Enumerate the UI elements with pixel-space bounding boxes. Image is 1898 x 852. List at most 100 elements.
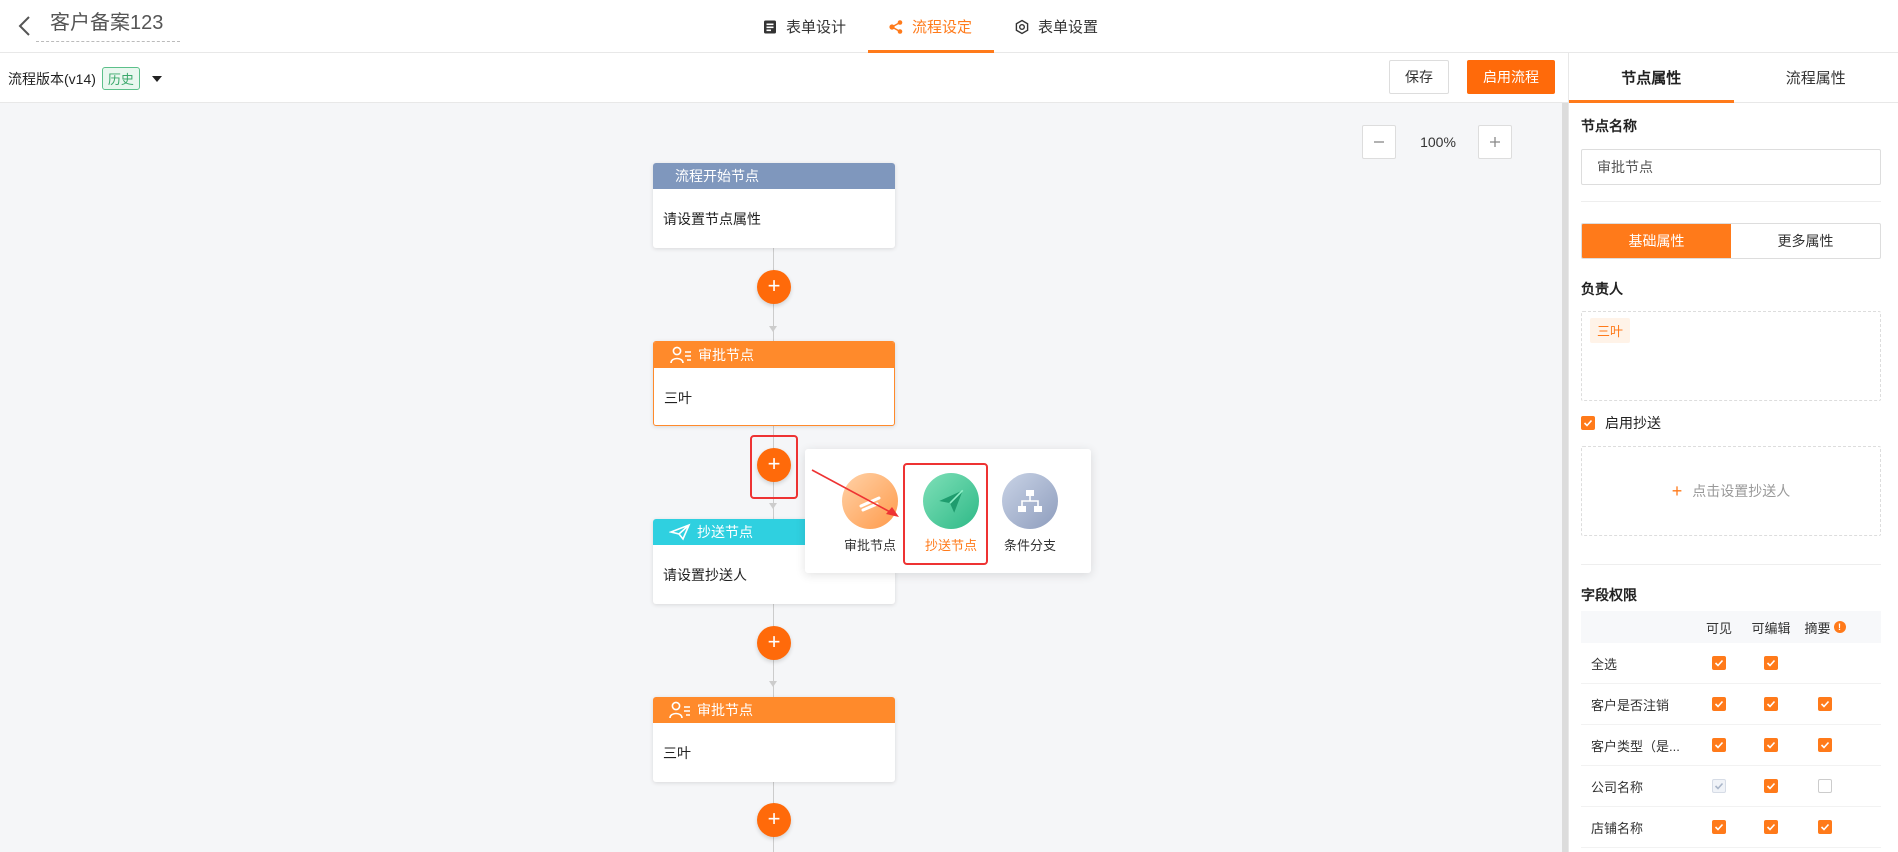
settings-icon	[1015, 19, 1029, 34]
table-row: 客户是否注销	[1581, 684, 1881, 725]
column-header-visible: 可见	[1705, 620, 1732, 636]
permission-cell	[1693, 656, 1745, 670]
tab-label: 流程设定	[912, 19, 973, 36]
owner-box[interactable]: 三叶	[1581, 311, 1881, 401]
node-title: 审批节点	[698, 347, 754, 363]
permission-cell	[1693, 820, 1745, 834]
add-node-button[interactable]: +	[757, 626, 791, 660]
tab-flow-settings[interactable]: 流程设定	[868, 0, 995, 53]
summary-checkbox[interactable]	[1818, 820, 1832, 834]
visible-checkbox[interactable]	[1712, 738, 1726, 752]
cc-add-label: 点击设置抄送人	[1692, 483, 1791, 499]
checkbox-checked[interactable]	[1581, 416, 1595, 430]
visible-checkbox[interactable]	[1712, 779, 1726, 793]
editable-checkbox[interactable]	[1764, 738, 1778, 752]
tab-node-properties[interactable]: 节点属性	[1569, 53, 1734, 103]
node-header: 审批节点	[653, 697, 895, 723]
top-bar: 客户备案123 表单设计 流程设定 表单设置	[0, 0, 1898, 53]
summary-header-label: 摘要	[1804, 620, 1831, 636]
version-label: 流程版本(v14)	[8, 70, 96, 87]
node-name-label: 节点名称	[1581, 118, 1637, 134]
summary-checkbox[interactable]	[1818, 779, 1832, 793]
plus-icon: +	[1671, 480, 1683, 501]
table-header: 可见 可编辑 摘要 !	[1581, 611, 1881, 643]
summary-checkbox[interactable]	[1818, 738, 1832, 752]
visible-checkbox[interactable]	[1712, 656, 1726, 670]
owner-tag[interactable]: 三叶	[1590, 318, 1631, 343]
start-flow-button[interactable]: 启用流程	[1467, 60, 1555, 94]
plus-icon	[1490, 137, 1500, 147]
visible-checkbox[interactable]	[1712, 697, 1726, 711]
minus-icon	[1374, 141, 1384, 143]
menu-item-label: 审批节点	[843, 538, 896, 553]
branch-icon	[1002, 473, 1058, 529]
segment-more-properties[interactable]: 更多属性	[1731, 224, 1880, 258]
node-title: 流程开始节点	[675, 168, 759, 184]
summary-checkbox[interactable]	[1818, 697, 1832, 711]
zoom-in-button[interactable]	[1478, 125, 1512, 159]
main-tabs: 表单设计 流程设定 表单设置	[742, 0, 1120, 53]
node-body: 请设置节点属性	[663, 210, 761, 227]
node-title: 抄送节点	[697, 524, 753, 540]
save-button[interactable]: 保存	[1389, 60, 1449, 94]
permission-cell	[1745, 779, 1797, 793]
table-row: 全选	[1581, 643, 1881, 684]
tab-form-design[interactable]: 表单设计	[742, 0, 868, 53]
visible-checkbox[interactable]	[1712, 820, 1726, 834]
menu-item-condition-branch[interactable]: 条件分支	[995, 473, 1065, 554]
flow-icon	[889, 19, 903, 34]
flow-node-approval[interactable]: 审批节点 三叶	[653, 697, 895, 782]
permission-cell	[1693, 738, 1745, 752]
editable-checkbox[interactable]	[1764, 656, 1778, 670]
node-name-input[interactable]	[1581, 149, 1881, 185]
field-permission-label: 字段权限	[1581, 587, 1637, 603]
zoom-level: 100%	[1420, 134, 1456, 150]
arrow-icon	[769, 681, 777, 687]
editable-checkbox[interactable]	[1764, 697, 1778, 711]
permission-cell	[1797, 697, 1853, 711]
flow-canvas[interactable]: 100% 流程开始节点 请设置节点属性 + 审批节点 三叶 + 抄送节点 请设置…	[0, 103, 1562, 852]
approver-icon	[670, 346, 691, 364]
permission-cell	[1797, 779, 1853, 793]
tab-flow-properties[interactable]: 流程属性	[1734, 53, 1898, 102]
permission-cell	[1745, 697, 1797, 711]
flow-node-start[interactable]: 流程开始节点 请设置节点属性	[653, 163, 895, 248]
tab-label: 表单设置	[1038, 19, 1099, 36]
add-node-button[interactable]: +	[757, 270, 791, 304]
permission-cell	[1693, 779, 1745, 793]
editable-checkbox[interactable]	[1764, 820, 1778, 834]
permission-cell	[1745, 738, 1797, 752]
add-node-button[interactable]: +	[757, 803, 791, 837]
enable-cc-label: 启用抄送	[1605, 415, 1661, 431]
history-badge: 历史	[101, 67, 140, 90]
set-cc-recipient-button[interactable]: + 点击设置抄送人	[1582, 447, 1880, 535]
info-icon[interactable]: !	[1833, 621, 1846, 633]
back-icon[interactable]	[12, 13, 38, 39]
permission-cell	[1745, 820, 1797, 834]
divider	[1581, 201, 1881, 202]
zoom-out-button[interactable]	[1362, 125, 1396, 159]
node-header: 流程开始节点	[653, 163, 895, 189]
divider	[1581, 564, 1881, 565]
panel-tabs: 节点属性 流程属性	[1569, 53, 1898, 103]
enable-cc-checkbox[interactable]: 启用抄送	[1581, 413, 1661, 433]
document-title[interactable]: 客户备案123	[36, 8, 180, 42]
column-header-summary: 摘要 !	[1797, 618, 1853, 637]
editable-checkbox[interactable]	[1764, 779, 1778, 793]
tab-form-settings[interactable]: 表单设置	[994, 0, 1120, 53]
field-name: 公司名称	[1591, 779, 1644, 795]
field-name: 客户是否注销	[1591, 697, 1670, 713]
flow-node-approval[interactable]: 审批节点 三叶	[653, 341, 895, 426]
approver-icon	[669, 701, 690, 719]
cc-recipients-box[interactable]: + 点击设置抄送人	[1581, 446, 1881, 536]
permission-cell	[1797, 820, 1853, 834]
table-body: 全选 客户是否注销 客户类型（是... 公司名称 店铺名称	[1581, 643, 1881, 848]
chevron-down-icon	[151, 75, 162, 82]
highlight-box	[750, 435, 798, 499]
version-selector[interactable]: 流程版本(v14) 历史	[8, 67, 162, 90]
table-row: 客户类型（是...	[1581, 725, 1881, 766]
annotation-arrow-icon	[811, 469, 899, 517]
segment-basic-properties[interactable]: 基础属性	[1582, 224, 1731, 258]
properties-panel: 节点属性 流程属性 节点名称 基础属性 更多属性 负责人 三叶 启用抄送 + 点…	[1568, 53, 1898, 852]
table-row: 公司名称	[1581, 766, 1881, 807]
